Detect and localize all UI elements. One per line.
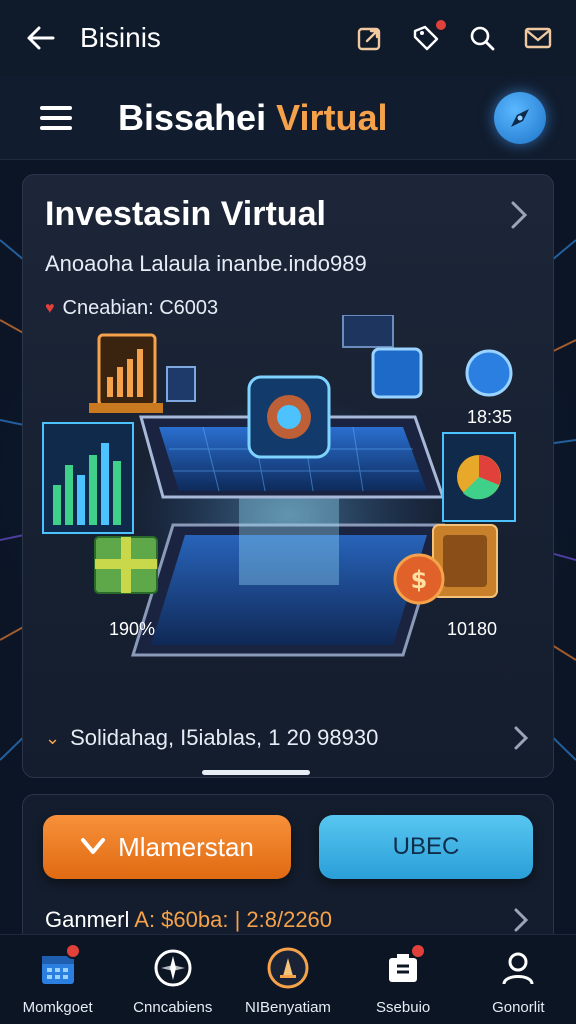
compass-icon [511, 108, 529, 127]
app-header: Bissahei Virtual [0, 76, 576, 160]
footer-chevron-right-icon[interactable] [511, 723, 531, 753]
nav-badge [64, 943, 81, 959]
wallet-icon [380, 943, 427, 991]
top-bar: Bisinis [0, 0, 576, 76]
nav-label: Momkgoet [22, 999, 93, 1016]
secondary-action-label: UBEC [392, 833, 460, 860]
svg-text:$: $ [411, 566, 428, 594]
investment-card[interactable]: Investasin Virtual Anoaoha Lalaula inanb… [22, 174, 554, 778]
share-button[interactable] [352, 20, 388, 56]
menu-icon[interactable] [40, 105, 72, 130]
card-subtitle: Anoaoha Lalaula inanbe.indo989 [45, 251, 367, 276]
top-bar-title: Bisinis [80, 22, 161, 53]
nav-label: Cnncabiens [133, 999, 213, 1016]
search-button[interactable] [464, 20, 500, 56]
compass-button[interactable] [494, 91, 546, 144]
summary-text: Ganmerl A: $60ba: | 2:8/2260 [45, 907, 332, 933]
mail-icon [524, 27, 552, 49]
summary-prefix: Ganmerl [45, 907, 130, 932]
share-icon [357, 27, 381, 51]
stat-amount-label: 10180 [447, 619, 498, 639]
nav-label: NIBenyatiam [245, 999, 331, 1016]
brand-title-part2: Virtual [276, 96, 388, 138]
primary-action-label: Mlamerstan [118, 831, 254, 862]
secondary-action-button[interactable]: UBEC [319, 815, 533, 879]
compass-nav-icon [150, 945, 196, 991]
nav-label: Gonorlit [492, 999, 545, 1016]
tag-button[interactable] [408, 18, 448, 56]
profile-badge-icon [265, 945, 311, 991]
nav-label: Ssebuio [376, 999, 431, 1016]
carousel-indicator [202, 770, 310, 775]
search-icon [470, 26, 495, 51]
card-footer: ⌄ Solidahag, I5iablas, 1 20 98930 [45, 725, 378, 751]
primary-action-button[interactable]: Mlamerstan [43, 815, 291, 879]
check-icon [81, 838, 106, 854]
stat-percent-label: 190% [109, 619, 156, 639]
brand-title: Bissahei Virtual [118, 97, 494, 139]
nav-item-0[interactable]: Momkgoet [2, 943, 114, 1016]
summary-accent: A: $60ba: | 2:8/2260 [134, 907, 333, 932]
nav-item-3[interactable]: Ssebuio [347, 943, 459, 1016]
mail-button[interactable] [520, 20, 556, 56]
card-footer-text: Solidahag, I5iablas, 1 20 98930 [70, 725, 379, 750]
chevron-down-icon: ⌄ [45, 727, 61, 748]
back-arrow-icon [27, 26, 55, 50]
action-panel: Mlamerstan UBEC Ganmerl A: $60ba: | 2:8/… [22, 794, 554, 954]
nav-item-1[interactable]: Cnncabiens [117, 945, 229, 1016]
nav-item-4[interactable]: Gonorlit [462, 945, 574, 1016]
nav-badge [410, 943, 427, 959]
back-button[interactable] [20, 18, 60, 58]
stat-time-label: 18:35 [467, 407, 513, 427]
user-icon [495, 945, 541, 991]
calendar-icon [35, 943, 81, 991]
bottom-navigation: Momkgoet Cnncabiens NIBenyatiam Ssebuio … [0, 934, 576, 1024]
chevron-right-icon[interactable] [507, 197, 531, 233]
nav-item-2[interactable]: NIBenyatiam [232, 945, 344, 1016]
brand-title-part1: Bissahei [118, 96, 267, 138]
summary-chevron-right-icon[interactable] [511, 905, 531, 935]
tag-notification-badge [434, 18, 448, 32]
card-title: Investasin Virtual [45, 195, 326, 233]
